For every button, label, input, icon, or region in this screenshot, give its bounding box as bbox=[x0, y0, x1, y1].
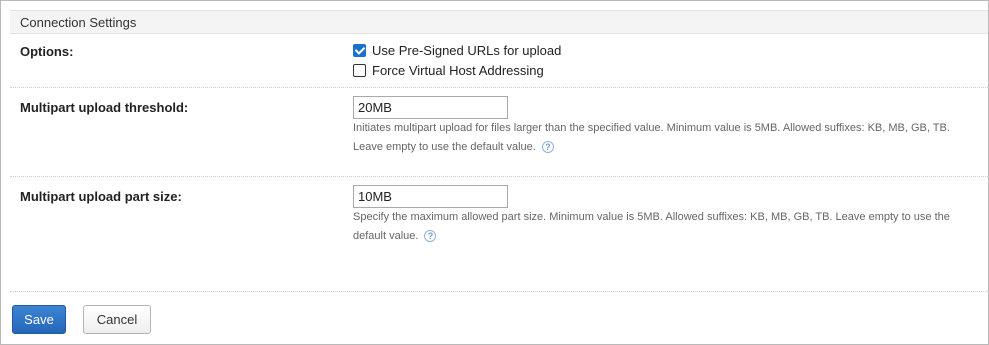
virtual-host-option[interactable]: Force Virtual Host Addressing bbox=[353, 63, 544, 78]
help-icon[interactable]: ? bbox=[541, 141, 554, 154]
save-button[interactable]: Save bbox=[12, 305, 66, 334]
virtual-host-label[interactable]: Force Virtual Host Addressing bbox=[372, 63, 544, 78]
section-header: Connection Settings bbox=[10, 10, 988, 34]
threshold-hint-line2-row: Leave empty to use the default value.? bbox=[353, 138, 983, 157]
part-size-hint-line1: Specify the maximum allowed part size. M… bbox=[353, 211, 950, 223]
section-title: Connection Settings bbox=[20, 15, 137, 30]
part-size-hint: Specify the maximum allowed part size. M… bbox=[353, 208, 983, 246]
threshold-hint-line1: Initiates multipart upload for files lar… bbox=[353, 122, 950, 134]
part-size-hint-line2-row: default value.? bbox=[353, 227, 983, 246]
threshold-label: Multipart upload threshold: bbox=[20, 100, 189, 115]
divider bbox=[10, 176, 988, 177]
virtual-host-checkbox[interactable] bbox=[353, 64, 366, 77]
cancel-button[interactable]: Cancel bbox=[83, 305, 151, 334]
presigned-urls-label[interactable]: Use Pre-Signed URLs for upload bbox=[372, 43, 561, 58]
threshold-hint-line2: Leave empty to use the default value. bbox=[353, 141, 536, 153]
help-icon[interactable]: ? bbox=[424, 230, 437, 243]
threshold-hint: Initiates multipart upload for files lar… bbox=[353, 119, 983, 157]
presigned-urls-checkbox[interactable] bbox=[353, 44, 366, 57]
divider bbox=[10, 87, 988, 88]
options-label: Options: bbox=[20, 44, 74, 59]
part-size-input[interactable] bbox=[353, 185, 508, 208]
part-size-label: Multipart upload part size: bbox=[20, 189, 182, 204]
part-size-hint-line2: default value. bbox=[353, 230, 419, 242]
threshold-input[interactable] bbox=[353, 96, 508, 119]
divider bbox=[10, 291, 988, 292]
presigned-urls-option[interactable]: Use Pre-Signed URLs for upload bbox=[353, 43, 561, 58]
